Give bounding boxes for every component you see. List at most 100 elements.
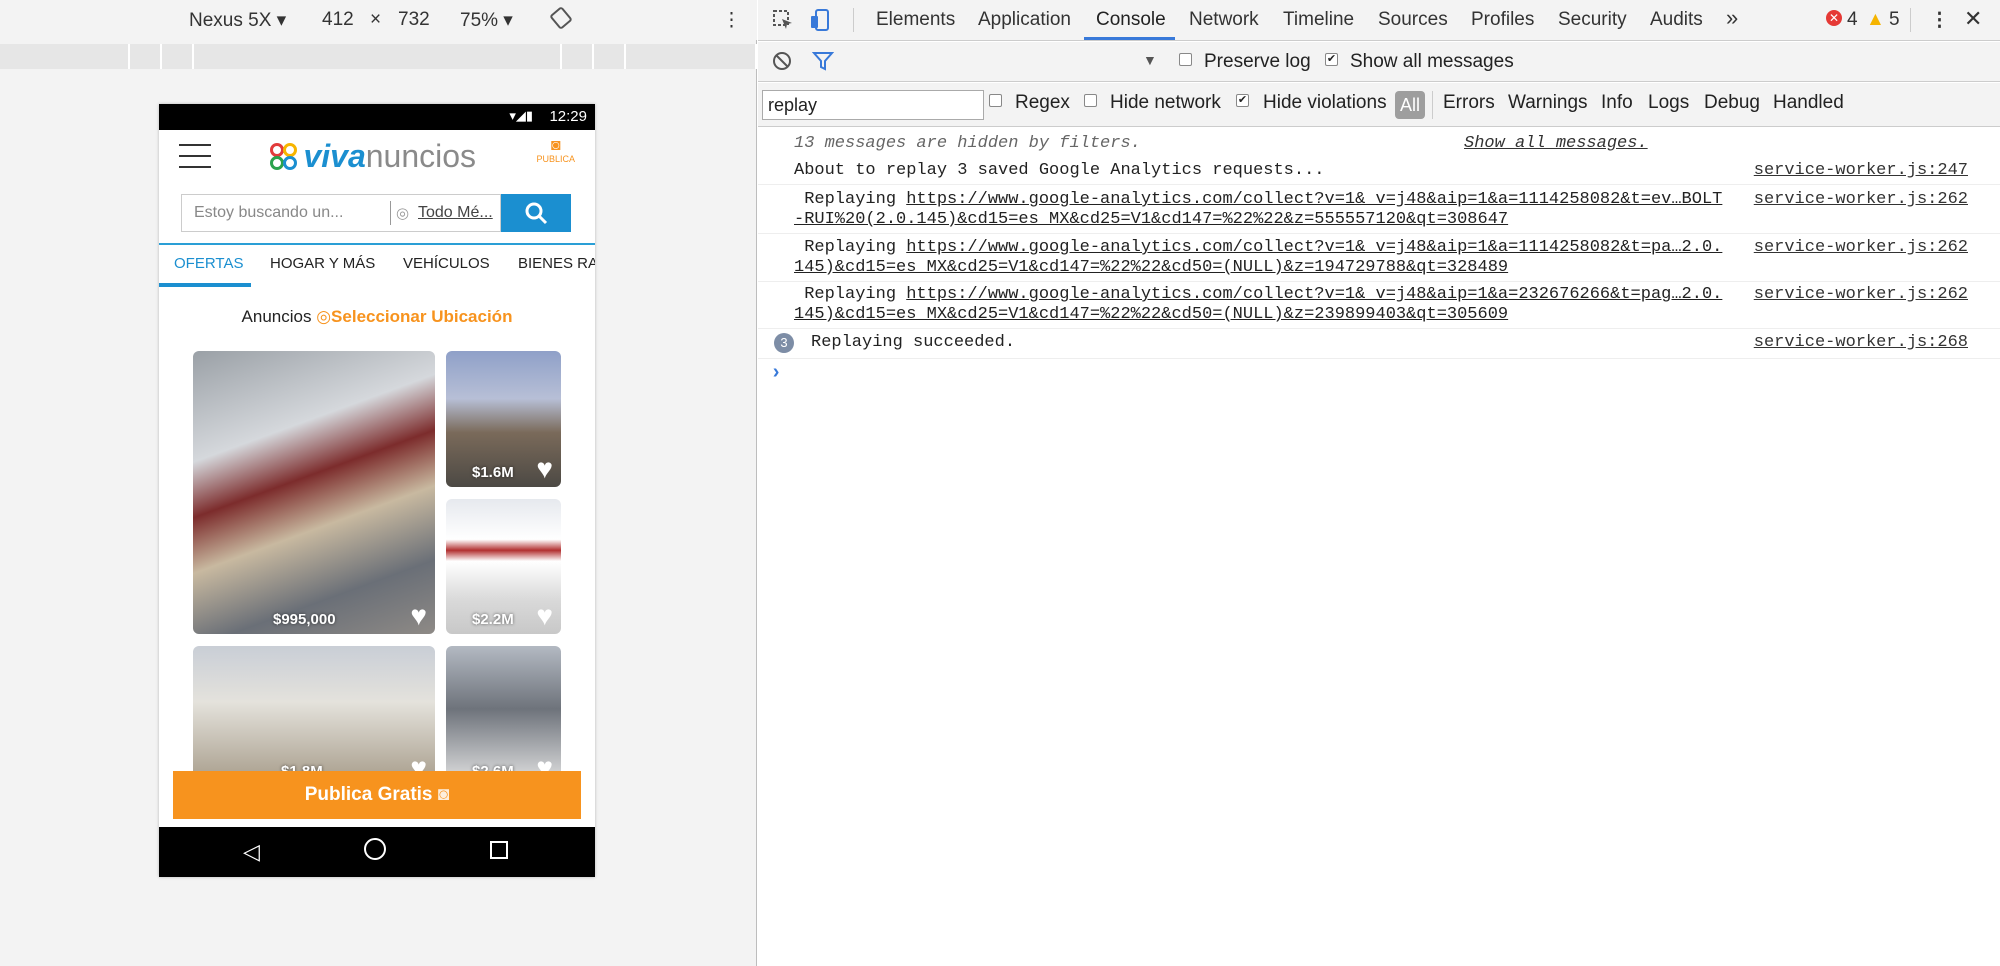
message-text: Replaying succeeded.: [811, 333, 1016, 352]
tab-bienes-raices[interactable]: BIENES RAÍ: [518, 255, 595, 272]
show-all-messages-link[interactable]: Show all messages.: [1464, 134, 1648, 153]
search-input[interactable]: Estoy buscando un...: [194, 204, 343, 222]
level-debug-button[interactable]: Debug: [1704, 92, 1760, 114]
hidden-messages-notice: 13 messages are hidden by filters. Show …: [758, 134, 2000, 156]
devtools-pane: Elements Application Console Network Tim…: [758, 0, 2000, 966]
message-url-link-cont[interactable]: -RUI%20(2.0.145)&cd15=es_MX&cd25=V1&cd14…: [794, 210, 1508, 229]
message-url-link-cont[interactable]: 145)&cd15=es_MX&cd25=V1&cd147=%22%22&cd5…: [794, 305, 1508, 324]
listing-card[interactable]: $1.8M ♥: [193, 646, 435, 786]
context-dropdown-icon[interactable]: ▼: [1143, 52, 1157, 68]
message-source-link[interactable]: service-worker.js:247: [1754, 161, 1968, 180]
dimension-separator: ×: [370, 9, 382, 30]
logo-text-bold: viva: [303, 138, 366, 174]
tab-network[interactable]: Network: [1189, 9, 1259, 31]
message-source-link[interactable]: service-worker.js:262: [1754, 285, 1968, 304]
regex-checkbox[interactable]: [989, 94, 1002, 107]
error-count[interactable]: 4: [1847, 9, 1858, 31]
publish-free-button[interactable]: Publica Gratis ◙: [173, 771, 581, 819]
tab-hogar[interactable]: HOGAR Y MÁS: [270, 255, 375, 272]
tab-ofertas[interactable]: OFERTAS: [174, 255, 243, 272]
listing-card[interactable]: $2.2M ♥: [446, 499, 561, 634]
device-height-input[interactable]: 732: [398, 9, 430, 31]
close-devtools-icon[interactable]: ✕: [1964, 6, 1982, 32]
ads-heading: Anuncios ◎Seleccionar Ubicación: [159, 307, 595, 327]
listing-card[interactable]: $1.6M ♥: [446, 351, 561, 487]
device-toggle-icon[interactable]: [810, 8, 832, 38]
console-prompt[interactable]: ›: [758, 362, 2000, 390]
publica-shortcut[interactable]: ◙ PUBLICA: [536, 138, 575, 165]
message-url-link[interactable]: https://www.google-analytics.com/collect…: [906, 238, 1722, 257]
message-prefix: Replaying: [794, 238, 907, 257]
favorite-heart-icon[interactable]: ♥: [410, 602, 427, 630]
tab-sources[interactable]: Sources: [1378, 9, 1448, 31]
signal-icon: ▾◢▮: [509, 108, 533, 123]
console-toolbar: ▼ Preserve log ✔ Show all messages: [758, 42, 2000, 82]
warning-count[interactable]: 5: [1889, 9, 1900, 31]
level-logs-button[interactable]: Logs: [1648, 92, 1689, 114]
message-url-link[interactable]: https://www.google-analytics.com/collect…: [906, 190, 1722, 209]
camera-icon: ◙: [437, 784, 450, 805]
tab-profiles[interactable]: Profiles: [1471, 9, 1534, 31]
message-text: Replaying https://www.google-analytics.c…: [794, 285, 1724, 325]
tab-console[interactable]: Console: [1096, 9, 1166, 31]
inspect-element-icon[interactable]: [772, 9, 794, 37]
message-source-link[interactable]: service-worker.js:262: [1754, 238, 1968, 257]
message-url-link[interactable]: https://www.google-analytics.com/collect…: [906, 285, 1722, 304]
phone-viewport: ▾◢▮ 12:29 vivanuncios ◙ PUBLICA Estoy bu…: [159, 104, 595, 877]
tab-vehiculos[interactable]: VEHÍCULOS: [403, 255, 490, 272]
favorite-heart-icon[interactable]: ♥: [536, 455, 553, 483]
rotate-icon[interactable]: [550, 7, 572, 35]
preserve-log-checkbox[interactable]: [1179, 53, 1192, 66]
filter-icon[interactable]: [811, 51, 835, 77]
recents-icon[interactable]: [490, 841, 508, 859]
show-all-messages-checkbox[interactable]: ✔: [1325, 53, 1338, 66]
level-info-button[interactable]: Info: [1601, 92, 1633, 114]
favorite-heart-icon[interactable]: ♥: [536, 602, 553, 630]
vivanuncios-logo[interactable]: vivanuncios: [269, 138, 477, 174]
listing-price: $995,000: [273, 611, 336, 628]
zoom-select[interactable]: 75% ▾: [460, 9, 513, 32]
message-url-link-cont[interactable]: 145)&cd15=es_MX&cd25=V1&cd147=%22%22&cd5…: [794, 258, 1508, 277]
search-box: Estoy buscando un... ◎ Todo Mé...: [181, 194, 501, 232]
level-handled-button[interactable]: Handled: [1773, 92, 1844, 114]
level-all-button[interactable]: All: [1395, 91, 1425, 119]
hide-violations-checkbox[interactable]: ✔: [1236, 94, 1249, 107]
logo-text-light: nuncios: [365, 138, 477, 174]
tab-timeline[interactable]: Timeline: [1283, 9, 1354, 31]
more-panels-icon[interactable]: »: [1726, 5, 1738, 31]
message-prefix: Replaying: [794, 285, 907, 304]
listing-card[interactable]: $995,000 ♥: [193, 351, 435, 634]
device-select[interactable]: Nexus 5X ▾: [189, 9, 286, 32]
level-warnings-button[interactable]: Warnings: [1508, 92, 1588, 114]
tab-security[interactable]: Security: [1558, 9, 1627, 31]
error-icon[interactable]: ✕: [1826, 10, 1842, 26]
ads-label: Anuncios: [241, 307, 312, 326]
zoom-value: 75%: [460, 10, 499, 31]
hamburger-menu-icon[interactable]: [179, 142, 211, 168]
hide-network-checkbox[interactable]: [1084, 94, 1097, 107]
listing-price: $2.2M: [472, 611, 514, 628]
tab-elements[interactable]: Elements: [876, 9, 955, 31]
level-errors-button[interactable]: Errors: [1443, 92, 1495, 114]
select-location-link[interactable]: Seleccionar Ubicación: [331, 307, 512, 326]
listing-card[interactable]: $2.6M ♥: [446, 646, 561, 786]
device-more-icon[interactable]: ⋮: [722, 9, 741, 32]
back-icon[interactable]: ◁: [243, 839, 260, 865]
console-filter-input[interactable]: [762, 90, 984, 120]
tab-audits[interactable]: Audits: [1650, 9, 1703, 31]
device-emulation-pane: Nexus 5X ▾ 412 × 732 75% ▾ ⋮ ▾◢▮ 12:29 v…: [0, 0, 757, 966]
active-panel-indicator: [1084, 37, 1175, 40]
warning-icon[interactable]: ▲: [1866, 9, 1885, 31]
publica-label: PUBLICA: [536, 154, 575, 164]
location-select[interactable]: Todo Mé...: [418, 204, 493, 222]
search-button[interactable]: [501, 194, 571, 232]
devtools-menu-icon[interactable]: ⋮: [1930, 9, 1949, 32]
clear-console-icon[interactable]: [772, 51, 792, 77]
tab-application[interactable]: Application: [978, 9, 1071, 31]
media-query-ruler[interactable]: [0, 44, 757, 69]
home-icon[interactable]: [364, 838, 386, 860]
device-width-input[interactable]: 412: [322, 9, 354, 31]
message-source-link[interactable]: service-worker.js:262: [1754, 190, 1968, 209]
device-toolbar: Nexus 5X ▾ 412 × 732 75% ▾ ⋮: [0, 0, 757, 40]
message-source-link[interactable]: service-worker.js:268: [1754, 333, 1968, 352]
